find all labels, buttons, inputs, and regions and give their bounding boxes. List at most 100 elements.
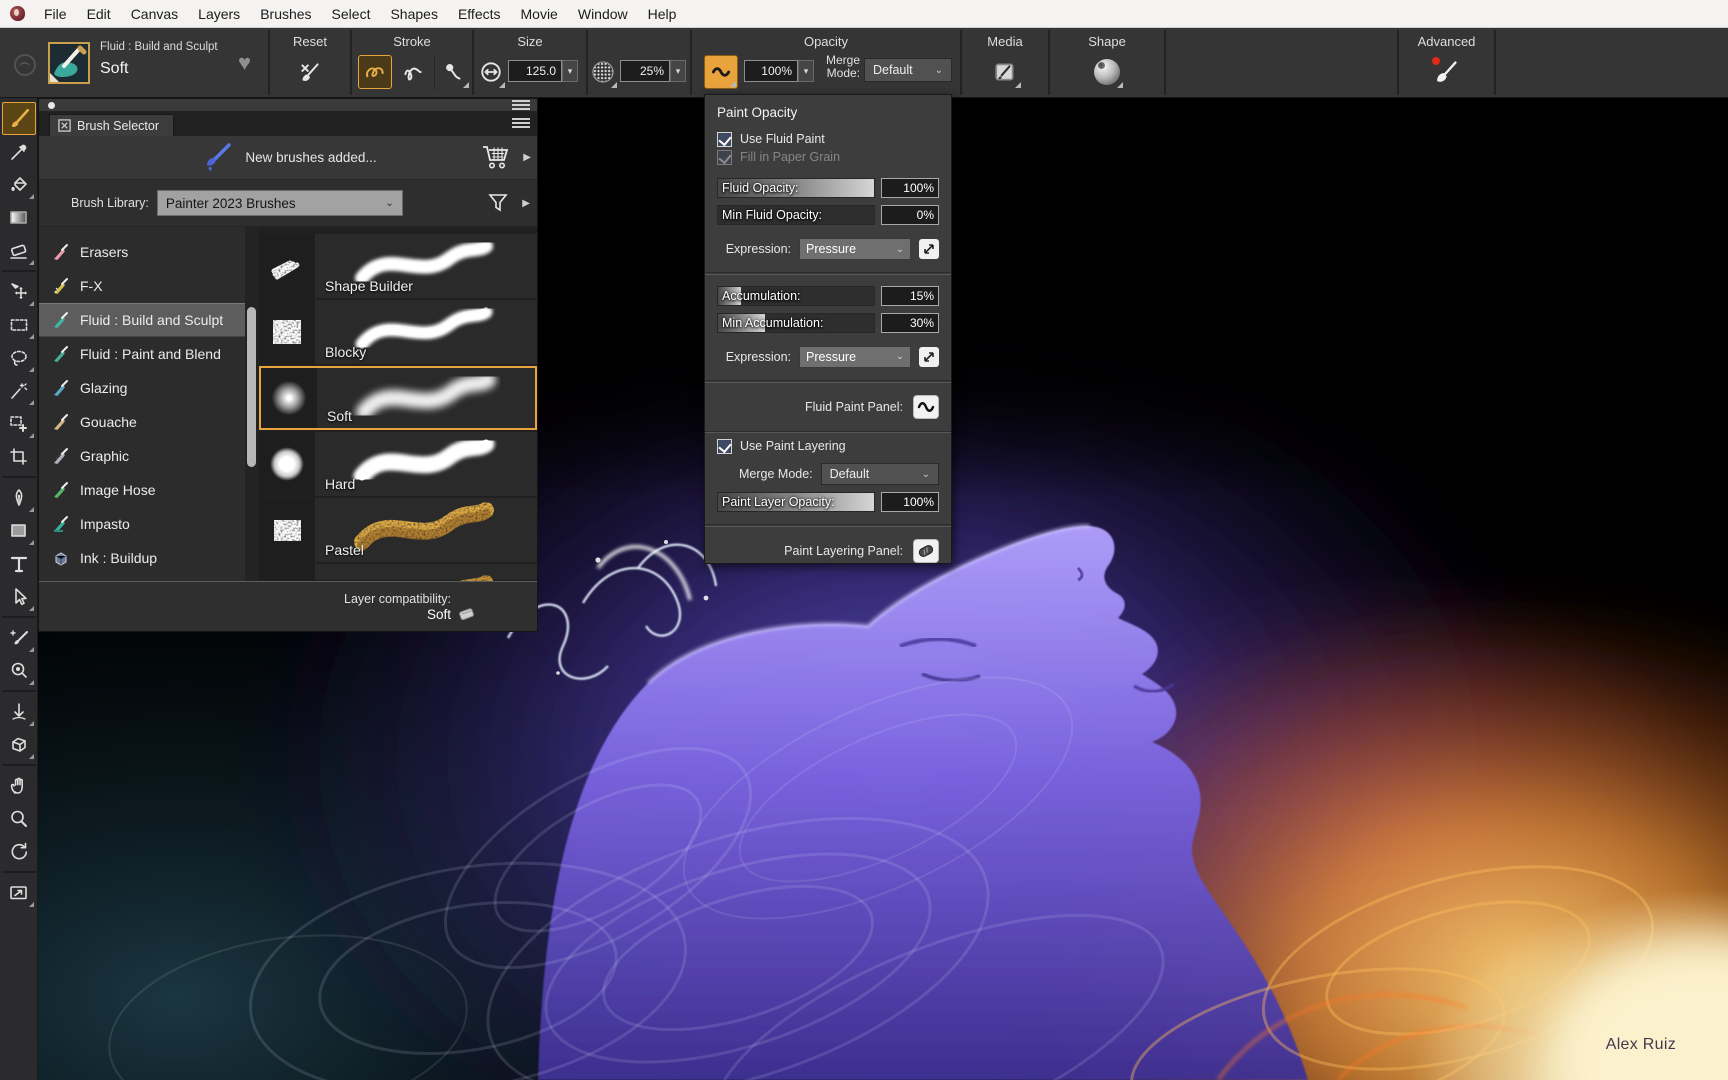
category-fx[interactable]: F-X [39, 269, 245, 303]
tool-magnifier[interactable] [2, 802, 36, 835]
variant-shape-builder[interactable]: Shape Builder [259, 234, 537, 298]
media-button[interactable] [988, 55, 1022, 89]
accumulation-slider[interactable]: Accumulation: [717, 286, 875, 306]
merge-mode-dropdown[interactable]: Default⌄ [864, 58, 952, 82]
tool-perspective-grid[interactable] [2, 728, 36, 761]
grain-icon[interactable] [588, 55, 618, 89]
menu-movie[interactable]: Movie [512, 2, 567, 26]
paint-layer-opacity-slider[interactable]: Paint Layer Opacity: [717, 492, 875, 512]
category-glazing[interactable]: Glazing [39, 371, 245, 405]
tab-menu-icon[interactable] [512, 118, 530, 130]
opacity-value[interactable]: 100% [744, 60, 798, 82]
banner-expand-arrow-icon[interactable]: ▶ [523, 152, 531, 163]
menu-layers[interactable]: Layers [189, 2, 249, 26]
tool-selection-adjuster[interactable] [2, 407, 36, 440]
category-fluid-build-and-sculpt[interactable]: Fluid : Build and Sculpt [39, 303, 245, 337]
menu-effects[interactable]: Effects [449, 2, 510, 26]
expression-dropdown[interactable]: Pressure⌄ [799, 346, 911, 368]
brush-library-dropdown[interactable]: Painter 2023 Brushes⌄ [157, 190, 403, 216]
size-dropdown-button[interactable]: ▾ [562, 60, 578, 82]
filter-funnel-icon[interactable] [487, 192, 509, 214]
variant-partial[interactable] [259, 564, 537, 580]
size-icon[interactable] [476, 55, 506, 89]
shape-button[interactable] [1090, 55, 1124, 89]
fluid-opacity-value[interactable]: 100% [881, 178, 939, 198]
cart-icon[interactable] [481, 144, 511, 170]
library-expand-arrow-icon[interactable]: ▶ [522, 198, 530, 209]
invert-expression-button[interactable] [919, 239, 939, 259]
variant-soft[interactable]: Soft [259, 366, 537, 430]
tool-crop[interactable] [2, 440, 36, 473]
category-graphic[interactable]: Graphic [39, 439, 245, 473]
ghost-drag-icon[interactable] [14, 54, 36, 76]
variant-pastel[interactable]: Pastel [259, 498, 537, 562]
fluid-opacity-slider[interactable]: Fluid Opacity: [717, 178, 875, 198]
opacity-flyout-button[interactable] [704, 55, 738, 89]
invert-expression-button[interactable] [919, 347, 939, 367]
tool-rectangular-selection[interactable] [2, 308, 36, 341]
tool-rectangular-shape[interactable] [2, 514, 36, 547]
use-paint-layering-checkbox[interactable]: Use Paint Layering [717, 437, 939, 455]
panel-grip[interactable] [39, 99, 537, 112]
category-gouache[interactable]: Gouache [39, 405, 245, 439]
favorite-heart-icon[interactable]: ♥ [238, 50, 251, 76]
tool-pen[interactable] [2, 481, 36, 514]
size-value[interactable]: 125.0 [508, 60, 562, 82]
opacity-dropdown-button[interactable]: ▾ [798, 60, 814, 82]
menu-select[interactable]: Select [323, 2, 380, 26]
tool-mirror-painting[interactable] [2, 621, 36, 654]
menu-edit[interactable]: Edit [78, 2, 120, 26]
tool-grabber-hand[interactable] [2, 769, 36, 802]
tool-magic-wand[interactable] [2, 374, 36, 407]
stroke-straight-button[interactable] [396, 55, 430, 89]
tool-rotate-page[interactable] [2, 835, 36, 868]
variant-blocky[interactable]: Blocky [259, 300, 537, 364]
tab-brush-selector[interactable]: Brush Selector [49, 114, 174, 136]
current-brush-thumbnail[interactable] [48, 42, 90, 84]
tool-kaleidoscope[interactable] [2, 654, 36, 687]
tool-paint-bucket[interactable] [2, 168, 36, 201]
expression-dropdown[interactable]: Pressure⌄ [799, 238, 911, 260]
grain-dropdown-button[interactable]: ▾ [670, 60, 686, 82]
menu-shapes[interactable]: Shapes [381, 2, 446, 26]
checkbox-checked-icon[interactable] [717, 132, 732, 147]
tool-dropper[interactable] [2, 135, 36, 168]
menu-file[interactable]: File [35, 2, 76, 26]
tool-lasso[interactable] [2, 341, 36, 374]
accumulation-value[interactable]: 15% [881, 286, 939, 306]
tool-shape-selection[interactable] [2, 580, 36, 613]
new-brushes-banner[interactable]: New brushes added... ▶ [39, 136, 537, 180]
min-accumulation-slider[interactable]: Min Accumulation: [717, 313, 875, 333]
menu-window[interactable]: Window [569, 2, 637, 26]
category-impasto[interactable]: Impasto [39, 507, 245, 541]
grain-value[interactable]: 25% [620, 60, 670, 82]
stroke-jitter-button[interactable] [436, 55, 470, 89]
fluid-paint-panel-button[interactable] [913, 395, 939, 419]
min-fluid-opacity-slider[interactable]: Min Fluid Opacity: [717, 205, 875, 225]
reset-brush-button[interactable] [293, 55, 327, 89]
panel-menu-icon[interactable] [512, 100, 530, 112]
category-fluid-paint-and-blend[interactable]: Fluid : Paint and Blend [39, 337, 245, 371]
menu-brushes[interactable]: Brushes [251, 2, 320, 26]
tool-text[interactable] [2, 547, 36, 580]
category-erasers[interactable]: Erasers [39, 235, 245, 269]
tool-layer-adjuster[interactable] [2, 275, 36, 308]
menu-help[interactable]: Help [639, 2, 686, 26]
min-accumulation-value[interactable]: 30% [881, 313, 939, 333]
menu-canvas[interactable]: Canvas [122, 2, 187, 26]
category-image-hose[interactable]: Image Hose [39, 473, 245, 507]
checkbox-checked-icon[interactable] [717, 439, 732, 454]
variant-hard[interactable]: Hard [259, 432, 537, 496]
use-fluid-paint-checkbox[interactable]: Use Fluid Paint [717, 130, 939, 148]
tool-eraser[interactable] [2, 234, 36, 267]
category-scrollbar[interactable] [245, 227, 259, 581]
tool-brush[interactable] [2, 102, 36, 135]
stroke-freehand-button[interactable] [358, 55, 392, 89]
tool-canvas-navigator[interactable] [2, 876, 36, 909]
paint-layering-panel-button[interactable] [913, 539, 939, 563]
category-ink-buildup[interactable]: Ink : Buildup [39, 541, 245, 575]
tool-gradient[interactable] [2, 201, 36, 234]
merge-mode-dropdown[interactable]: Default⌄ [821, 463, 939, 485]
close-box-icon[interactable] [58, 119, 71, 132]
tool-divine-proportion[interactable] [2, 695, 36, 728]
